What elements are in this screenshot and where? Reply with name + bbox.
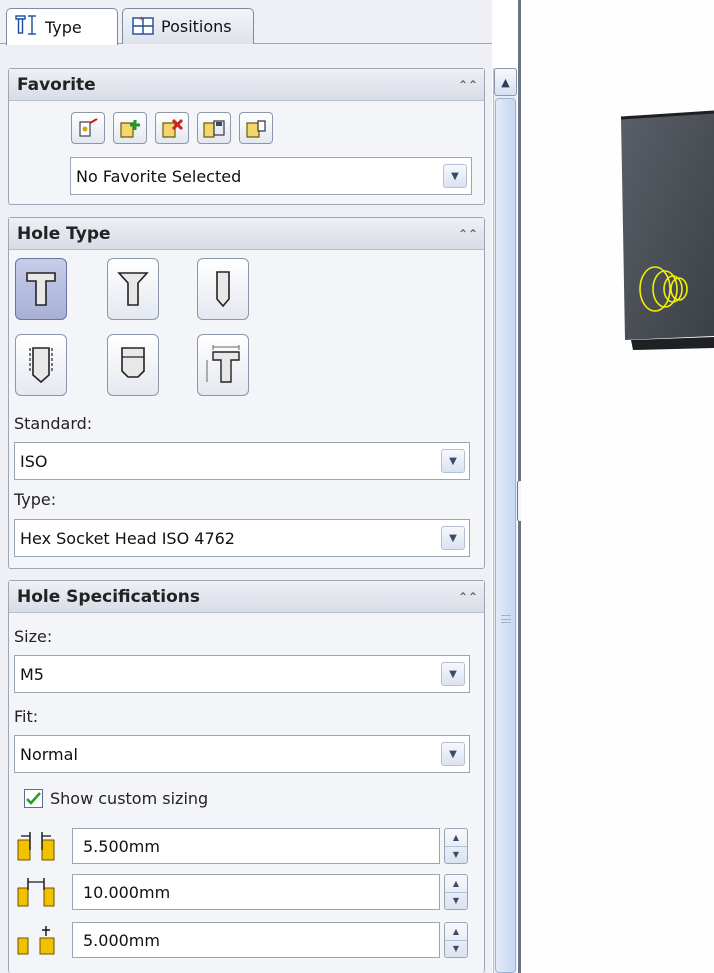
vertical-scrollbar[interactable]: ▲ (493, 68, 517, 973)
chevron-down-icon[interactable]: ▼ (441, 742, 465, 766)
through-hole-diameter-value: 5.500mm (83, 836, 160, 856)
through-hole-diameter-icon (17, 832, 55, 861)
show-custom-sizing-checkbox[interactable] (24, 789, 43, 808)
update-favorite-button[interactable] (71, 112, 105, 144)
collapse-icon[interactable]: ⌃⌃ (458, 227, 478, 241)
legacy-hole-button[interactable] (197, 334, 249, 396)
through-hole-diameter-field[interactable]: 5.500mm (72, 828, 440, 864)
spin-down-icon[interactable]: ▼ (445, 893, 467, 910)
favorite-select-value: No Favorite Selected (76, 166, 242, 186)
tab-positions[interactable]: * Positions (122, 8, 254, 44)
delete-favorite-button[interactable] (155, 112, 189, 144)
favorite-select[interactable]: No Favorite Selected ▼ (70, 157, 472, 195)
hole-icon (216, 271, 230, 308)
size-label: Size: (14, 627, 53, 646)
type-select-value: Hex Socket Head ISO 4762 (20, 528, 235, 548)
straight-tap-icon (29, 347, 53, 384)
load-favorite-icon (246, 120, 266, 138)
add-favorite-button[interactable] (113, 112, 147, 144)
countersink-icon (117, 272, 149, 306)
type-select[interactable]: Hex Socket Head ISO 4762 ▼ (14, 519, 470, 557)
simple-hole-button[interactable] (197, 258, 249, 320)
straight-tap-button[interactable] (15, 334, 67, 396)
standard-select[interactable]: ISO ▼ (14, 442, 470, 480)
fit-select[interactable]: Normal ▼ (14, 735, 470, 773)
spin-up-icon[interactable]: ▲ (445, 875, 467, 893)
size-select-value: M5 (20, 664, 44, 684)
favorite-title: Favorite (17, 74, 96, 95)
tapered-tap-button[interactable] (107, 334, 159, 396)
hole-specifications-header[interactable]: Hole Specifications ⌃⌃ (9, 581, 484, 613)
positions-icon: * (131, 14, 155, 40)
counterbore-depth-icon (17, 926, 55, 955)
add-favorite-icon (120, 120, 140, 138)
scroll-up-icon[interactable]: ▲ (494, 68, 517, 96)
counterbore-depth-field[interactable]: 5.000mm (72, 922, 440, 958)
checkmark-icon (26, 792, 41, 805)
save-favorite-button[interactable] (197, 112, 231, 144)
legacy-hole-icon (206, 345, 240, 383)
through-hole-diameter-spinner[interactable]: ▲ ▼ (444, 828, 468, 864)
tapered-tap-icon (121, 347, 145, 378)
tab-type[interactable]: Type (6, 8, 118, 45)
tab-type-label: Type (45, 17, 82, 37)
collapse-icon[interactable]: ⌃⌃ (458, 590, 478, 604)
property-manager: Type * Positions Favorite ⌃⌃ No Favorite… (0, 0, 492, 973)
load-favorite-button[interactable] (239, 112, 273, 144)
standard-label: Standard: (14, 414, 93, 433)
spin-up-icon[interactable]: ▲ (445, 923, 467, 941)
update-favorite-icon (79, 118, 98, 137)
counterbore-diameter-icon (17, 878, 55, 907)
counterbore-diameter-spinner[interactable]: ▲ ▼ (444, 874, 468, 910)
show-custom-sizing-label: Show custom sizing (50, 789, 209, 808)
fit-label: Fit: (14, 707, 39, 726)
spin-up-icon[interactable]: ▲ (445, 829, 467, 847)
spin-down-icon[interactable]: ▼ (445, 847, 467, 864)
counterbore-depth-value: 5.000mm (83, 930, 160, 950)
hole-type-title: Hole Type (17, 223, 111, 244)
chevron-down-icon[interactable]: ▼ (441, 662, 465, 686)
svg-text:*: * (139, 16, 144, 26)
favorite-header[interactable]: Favorite ⌃⌃ (9, 69, 484, 101)
graphics-area[interactable] (521, 0, 714, 973)
delete-favorite-icon (162, 118, 184, 138)
tab-positions-label: Positions (161, 17, 232, 36)
scroll-thumb[interactable] (495, 98, 516, 973)
counterbore-diameter-value: 10.000mm (83, 882, 171, 902)
hole-type-icon (15, 14, 39, 40)
type-label: Type: (14, 490, 57, 509)
hole-specifications-title: Hole Specifications (17, 586, 201, 607)
size-select[interactable]: M5 ▼ (14, 655, 470, 693)
chevron-down-icon[interactable]: ▼ (441, 449, 465, 473)
fit-select-value: Normal (20, 744, 78, 764)
chevron-down-icon[interactable]: ▼ (443, 164, 467, 188)
collapse-icon[interactable]: ⌃⌃ (458, 78, 478, 92)
counterbore-button[interactable] (15, 258, 67, 320)
counterbore-depth-spinner[interactable]: ▲ ▼ (444, 922, 468, 958)
save-favorite-icon (203, 120, 225, 138)
hole-type-header[interactable]: Hole Type ⌃⌃ (9, 218, 484, 250)
hole-specifications-group: Hole Specifications ⌃⌃ (8, 580, 485, 973)
standard-select-value: ISO (20, 451, 48, 471)
grip-icon (501, 615, 511, 623)
chevron-down-icon[interactable]: ▼ (441, 526, 465, 550)
model-view[interactable] (521, 0, 714, 360)
spin-down-icon[interactable]: ▼ (445, 941, 467, 958)
tab-bar: Type * Positions (0, 0, 492, 45)
countersink-button[interactable] (107, 258, 159, 320)
counterbore-diameter-field[interactable]: 10.000mm (72, 874, 440, 910)
counterbore-icon (26, 272, 56, 306)
